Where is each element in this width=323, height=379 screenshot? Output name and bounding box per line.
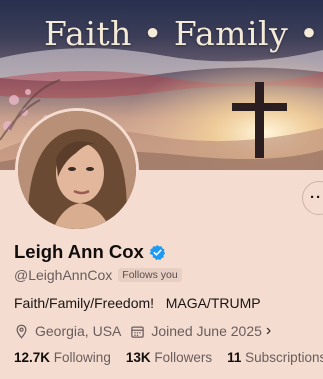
name-row: Leigh Ann Cox xyxy=(14,241,166,263)
display-name: Leigh Ann Cox xyxy=(14,241,144,262)
chevron-right-icon: › xyxy=(265,322,272,339)
followers-count: 13K xyxy=(125,350,151,365)
bio: Faith/Family/Freedom! MAGA/TRUMP xyxy=(14,295,261,311)
follow-stats: 12.7K Following 13K Followers 11 Subscri… xyxy=(14,350,323,365)
calendar-icon xyxy=(131,326,145,338)
subscriptions-link[interactable]: 11 Subscriptions xyxy=(227,350,323,365)
followers-link[interactable]: 13K Followers xyxy=(126,350,212,365)
subscriptions-count: 11 xyxy=(227,350,242,365)
more-options-button[interactable]: ··· xyxy=(302,181,323,215)
follows-you-badge: Follows you xyxy=(118,268,182,282)
banner-title: Faith • Family • xyxy=(44,14,320,53)
more-icon: ··· xyxy=(310,189,323,206)
verified-icon[interactable] xyxy=(149,244,166,261)
avatar[interactable] xyxy=(15,108,139,232)
following-count: 12.7K xyxy=(14,350,51,365)
following-link[interactable]: 12.7K Following xyxy=(14,350,111,365)
handle-row: @LeighAnnCox Follows you xyxy=(14,267,182,283)
join-date[interactable]: Joined June 2025 › xyxy=(130,322,271,340)
avatar-photo xyxy=(18,111,136,229)
location-icon xyxy=(16,324,27,339)
handle: @LeighAnnCox xyxy=(14,267,113,283)
cross-shape xyxy=(255,82,264,158)
location: Georgia, USA xyxy=(14,323,121,339)
subscriptions-label: Subscriptions xyxy=(245,350,323,365)
join-date-text: Joined June 2025 xyxy=(151,323,262,339)
location-text: Georgia, USA xyxy=(35,323,122,339)
followers-label: Followers xyxy=(154,350,213,365)
profile-meta: Georgia, USA Joined June 2025 › xyxy=(14,322,280,340)
following-label: Following xyxy=(53,350,111,365)
